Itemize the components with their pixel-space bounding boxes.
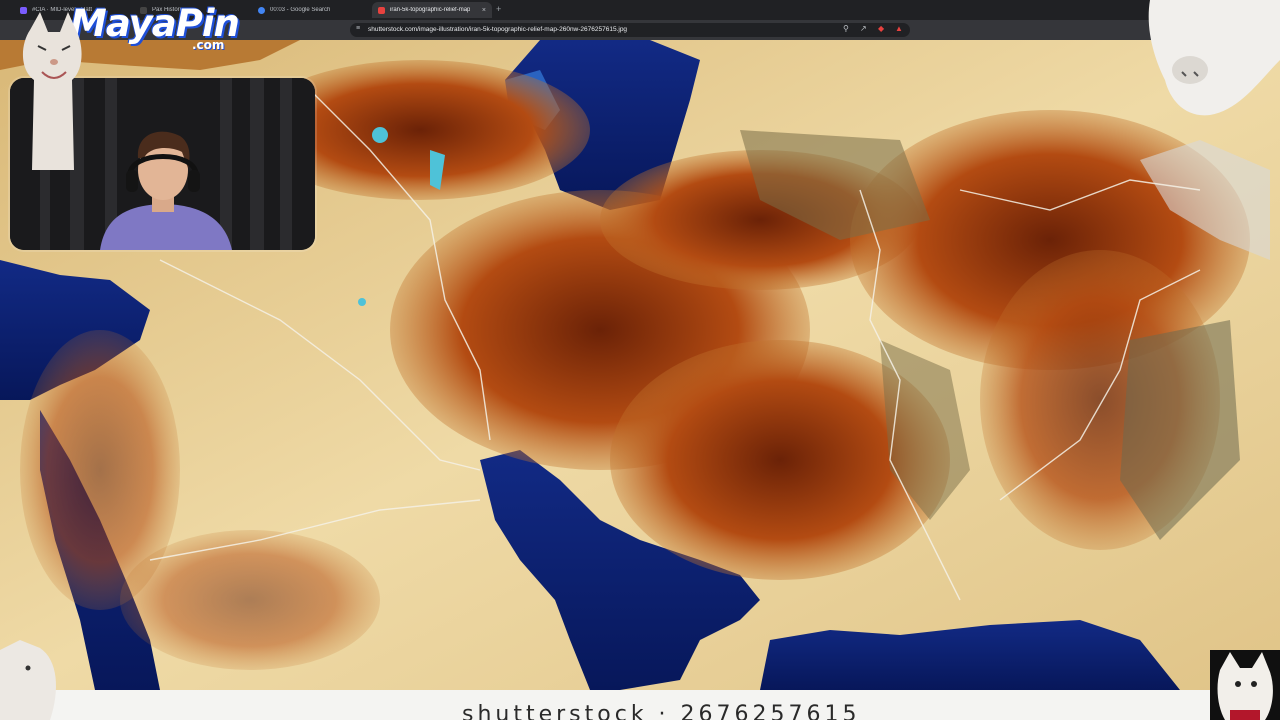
cat-sticker-bottom-left	[0, 640, 56, 720]
zoom-icon[interactable]: ⚲	[843, 24, 849, 33]
share-icon[interactable]: ↗	[860, 24, 867, 33]
logo-subtext: .com	[192, 38, 225, 52]
cat-sticker-top-right	[1148, 0, 1280, 116]
browser-tab-2[interactable]: 00:03 - Google Search	[252, 2, 370, 18]
tab-close-icon[interactable]: ×	[482, 7, 486, 14]
site-info-icon[interactable]: ≡	[356, 25, 360, 32]
lake-van	[372, 127, 388, 143]
shutterstock-watermark-strip: shutterstock · 2676257615	[50, 690, 1210, 720]
lake-tharthar	[358, 298, 366, 306]
address-bar[interactable]: ≡ shutterstock.com/image-illustration/ir…	[350, 23, 910, 37]
mayapin-logo: MayaPin .com	[70, 2, 240, 52]
google-favicon-icon	[258, 6, 265, 14]
tab-label: 00:03 - Google Search	[270, 7, 331, 13]
cat-sticker-top-left	[22, 12, 82, 170]
headphones-right	[188, 170, 200, 192]
alert-extension-icon[interactable]: ▲	[895, 24, 903, 33]
new-tab-button[interactable]: +	[496, 4, 501, 14]
browser-tab-3[interactable]: iran-5k-topographic-relief-map ×	[372, 2, 492, 18]
headphones-left	[126, 170, 138, 192]
watermark-text: shutterstock · 2676257615	[462, 702, 861, 720]
cat-sticker-bottom-right	[1210, 650, 1280, 720]
url-text: shutterstock.com/image-illustration/iran…	[368, 25, 628, 33]
tab-label: iran-5k-topographic-relief-map	[390, 7, 471, 13]
arabian-highlands	[120, 530, 380, 670]
shutterstock-favicon-icon	[378, 6, 385, 14]
shield-extension-icon[interactable]: ◆	[878, 24, 884, 33]
